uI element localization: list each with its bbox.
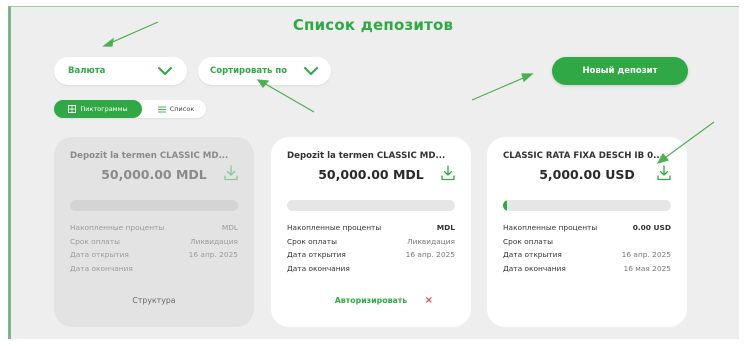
annotation-arrow-head (102, 37, 114, 47)
annotation-arrow-head (656, 152, 670, 164)
annotation-arrow-head (521, 73, 534, 83)
annotation-arrow (261, 81, 315, 113)
annotation-arrow-head (256, 79, 270, 88)
annotation-arrows (102, 21, 715, 164)
annotation-arrow (661, 121, 715, 161)
annotation-arrow (107, 21, 159, 45)
annotation-arrow (471, 75, 529, 101)
